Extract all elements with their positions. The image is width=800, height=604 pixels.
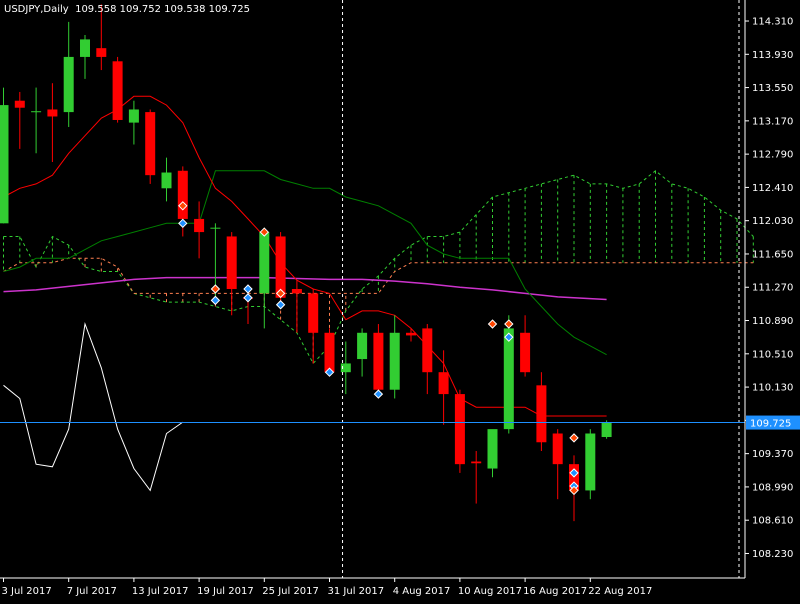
candle-body — [128, 109, 139, 123]
signal-marker — [373, 389, 384, 399]
candle-body — [438, 372, 449, 395]
candle-body — [471, 461, 482, 464]
candle-body — [308, 293, 319, 333]
candle-body — [31, 111, 42, 113]
chart-header: USDJPY,Daily 109.558 109.752 109.538 109… — [4, 4, 250, 15]
price-tick-label: 112.030 — [752, 216, 793, 227]
candlestick-chart[interactable]: 114.310 113.930 113.550 113.170 112.790 112.4… — [0, 0, 800, 600]
candle-body — [177, 170, 188, 219]
time-tick-label: 31 Jul 2017 — [328, 586, 385, 597]
ohlc-values: 109.558 109.752 109.538 109.725 — [75, 4, 251, 15]
candle-body — [291, 289, 302, 294]
candle-body — [422, 328, 433, 373]
candle-body — [259, 232, 270, 294]
candle-body — [112, 61, 123, 120]
signal-marker — [210, 295, 221, 306]
signal-marker — [178, 218, 188, 229]
signal-marker — [210, 284, 221, 294]
time-tick-label: 16 Aug 2017 — [523, 586, 587, 597]
price-tick-label: 113.930 — [752, 50, 793, 61]
time-tick-label: 4 Aug 2017 — [393, 586, 451, 597]
candle-body — [275, 236, 286, 298]
time-tick-label: 10 Aug 2017 — [458, 586, 522, 597]
signal-marker — [243, 284, 253, 294]
tenkan-sen-line — [3, 95, 607, 417]
signal-marker — [569, 433, 579, 443]
price-tick-label: 108.990 — [752, 482, 793, 493]
price-tick-label: 111.270 — [752, 283, 793, 294]
price-tick-label: 114.310 — [752, 17, 793, 28]
candle-body — [503, 328, 514, 430]
kijun-sen-line — [3, 170, 607, 356]
candle-body — [389, 332, 400, 390]
time-tick-label: 7 Jul 2017 — [67, 586, 117, 597]
candle-body — [324, 332, 335, 373]
candle-body — [406, 332, 416, 336]
candle-body — [601, 422, 612, 438]
signal-marker — [487, 319, 498, 329]
chart-area[interactable]: 114.310 113.930 113.550 113.170 112.790 112.4… — [0, 0, 800, 600]
candle-body — [536, 385, 547, 443]
candle-body — [552, 433, 563, 465]
price-tick-label: 108.610 — [752, 516, 793, 527]
price-tick-label: 110.510 — [752, 349, 793, 360]
price-tick-label: 111.650 — [752, 249, 793, 260]
candle-body — [210, 227, 221, 229]
candle-body — [520, 332, 531, 373]
price-tick-label: 113.550 — [752, 83, 793, 94]
candle-body — [63, 56, 74, 113]
chikou-span-line — [3, 322, 184, 492]
time-tick-label: 22 Aug 2017 — [588, 586, 652, 597]
signal-marker — [243, 293, 253, 303]
price-tick-label: 113.170 — [752, 116, 793, 127]
time-tick-label: 19 Jul 2017 — [197, 586, 254, 597]
moving-average-line — [3, 276, 607, 301]
price-tick-label: 112.790 — [752, 150, 793, 161]
candle-body — [226, 236, 237, 289]
symbol-label: USDJPY,Daily — [4, 4, 69, 15]
price-tick-label: 108.230 — [752, 549, 793, 560]
candle-body — [80, 39, 90, 57]
price-tick-label: 110.130 — [752, 383, 793, 394]
price-tick-label: 112.410 — [752, 183, 793, 194]
candle-body — [373, 332, 384, 390]
time-tick-label: 25 Jul 2017 — [262, 586, 319, 597]
candle-body — [145, 112, 156, 176]
candle-body — [454, 394, 465, 465]
signal-marker — [504, 319, 514, 329]
candle-body — [0, 105, 9, 224]
price-tick-label: 109.370 — [752, 449, 793, 460]
candle-body — [585, 433, 596, 491]
time-tick-label: 13 Jul 2017 — [132, 586, 189, 597]
price-tick-label: 110.890 — [752, 316, 793, 327]
candle-body — [194, 218, 205, 233]
candle-body — [14, 100, 25, 108]
current-price-label: 109.725 — [750, 419, 791, 430]
candle-body — [357, 332, 368, 360]
candle-body — [161, 172, 172, 189]
signal-marker — [275, 300, 286, 310]
time-tick-label: 3 Jul 2017 — [2, 586, 52, 597]
candle-body — [47, 109, 58, 117]
candle-body — [96, 48, 107, 57]
candle-body — [487, 429, 498, 469]
